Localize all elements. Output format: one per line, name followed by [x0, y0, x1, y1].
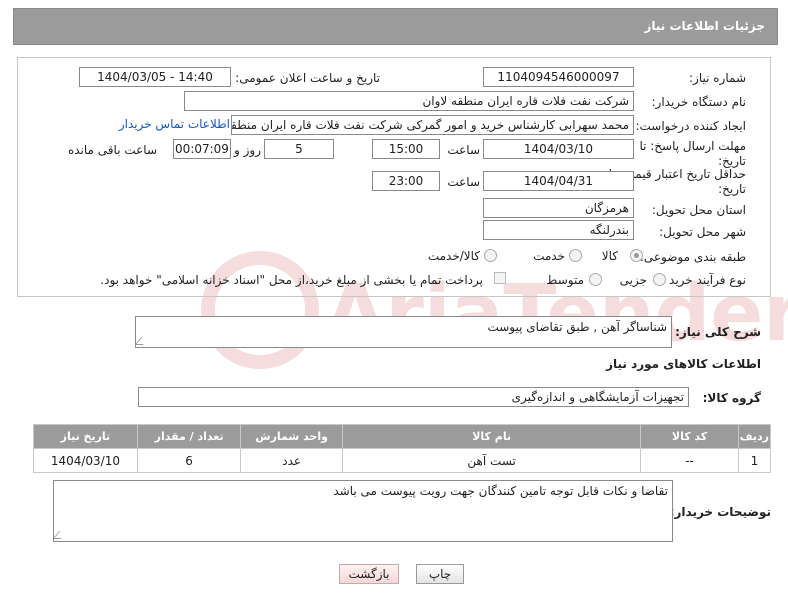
goods-group-field[interactable]: تجهیزات آزمایشگاهی و اندازه‌گیری [138, 387, 689, 407]
category-option-service: خدمت [533, 249, 565, 263]
remaining-time-label: ساعت باقی مانده [67, 143, 157, 157]
goods-group-label: گروه کالا: [702, 391, 761, 405]
days-label: روز و [234, 143, 261, 157]
page-title: جزئیات اطلاعات نیاز [644, 19, 765, 33]
creator-label: ایجاد کننده درخواست: [635, 119, 746, 133]
cell-code: -- [640, 448, 739, 473]
buyer-contact-link[interactable]: اطلاعات تماس خریدار [119, 117, 230, 131]
page-header: جزئیات اطلاعات نیاز [13, 8, 778, 45]
need-number-label: شماره نیاز: [689, 71, 746, 85]
deadline-time-field[interactable]: 15:00 [372, 139, 440, 159]
goods-table: ردیف کد کالا نام کالا واحد شمارش تعداد /… [33, 424, 772, 473]
col-unit: واحد شمارش [240, 424, 344, 449]
col-quantity: تعداد / مقدار [136, 424, 242, 449]
treasury-payment-checkbox[interactable] [494, 272, 506, 284]
col-code: کد کالا [640, 424, 739, 449]
process-option-minor: جزیی [619, 273, 647, 287]
deadline-date-field[interactable]: 1404/03/10 [483, 139, 634, 159]
resize-handle[interactable] [52, 531, 68, 539]
col-date: تاریخ نیاز [33, 424, 138, 449]
province-label: استان محل تحویل: [651, 203, 746, 217]
buyer-org-field[interactable]: شرکت نفت فلات قاره ایران منطقه لاوان [184, 91, 634, 111]
resize-handle[interactable] [134, 337, 150, 345]
city-field[interactable]: بندرلنگه [483, 220, 634, 240]
goods-table-header: ردیف کد کالا نام کالا واحد شمارش تعداد /… [33, 424, 772, 449]
validity-date-field[interactable]: 1404/04/31 [483, 171, 634, 191]
cell-unit: عدد [240, 448, 344, 473]
buyer-notes-text: تقاضا و نکات قابل توجه تامین کنندگان جهت… [333, 484, 668, 498]
cell-row: 1 [737, 448, 772, 473]
back-button[interactable]: بازگشت [339, 564, 399, 584]
need-number-field[interactable]: 1104094546000097 [483, 67, 634, 87]
description-textarea[interactable]: شناساگر آهن , طبق تقاضای پیوست [134, 316, 672, 348]
process-radio-medium[interactable] [589, 273, 602, 286]
treasury-payment-note: پرداخت تمام یا بخشی از مبلغ خرید،از محل … [100, 273, 483, 287]
validity-time-field[interactable]: 23:00 [372, 171, 440, 191]
col-name: نام کالا [342, 424, 642, 449]
process-option-medium: متوسط [546, 273, 584, 287]
days-remaining-field[interactable]: 5 [264, 139, 334, 159]
table-row[interactable]: 1 -- تست آهن عدد 6 1404/03/10 [33, 448, 772, 473]
buyer-notes-textarea[interactable]: تقاضا و نکات قابل توجه تامین کنندگان جهت… [52, 480, 673, 542]
description-label: شرح کلی نیاز: [675, 325, 761, 339]
category-radio-service[interactable] [569, 249, 582, 262]
buyer-org-label: نام دستگاه خریدار: [651, 95, 747, 109]
city-label: شهر محل تحویل: [659, 225, 746, 239]
cell-quantity: 6 [136, 448, 242, 473]
remaining-time-field[interactable]: 00:07:09 [173, 139, 231, 159]
buyer-notes-label: توضیحات خریدار: [669, 505, 771, 519]
process-label: نوع فرآیند خرید : [661, 273, 746, 287]
col-row: ردیف [737, 424, 772, 449]
cell-date: 1404/03/10 [33, 448, 138, 473]
creator-field[interactable]: محمد سهرابی کارشناس خرید و امور گمرکی شر… [231, 115, 634, 135]
announce-label: تاریخ و ساعت اعلان عمومی: [235, 71, 380, 85]
announce-datetime-field[interactable]: 1404/03/05 - 14:40 [79, 67, 231, 87]
category-label: طبقه بندی موضوعی: [639, 250, 746, 264]
validity-time-label: ساعت [447, 175, 480, 189]
goods-section-title: اطلاعات کالاهای مورد نیاز [606, 357, 761, 371]
cell-name: تست آهن [342, 448, 642, 473]
deadline-label: مهلت ارسال پاسخ: تا تاریخ: [639, 139, 746, 168]
deadline-time-label: ساعت [447, 143, 480, 157]
category-radio-goods-service[interactable] [484, 249, 497, 262]
category-option-goods-service: کالا/خدمت [427, 249, 480, 263]
province-field[interactable]: هرمزگان [483, 198, 634, 218]
process-radio-minor[interactable] [653, 273, 666, 286]
category-option-goods: کالا [601, 249, 618, 263]
description-text: شناساگر آهن , طبق تقاضای پیوست [487, 320, 667, 334]
print-button[interactable]: چاپ [416, 564, 464, 584]
category-radio-goods[interactable] [630, 249, 643, 262]
